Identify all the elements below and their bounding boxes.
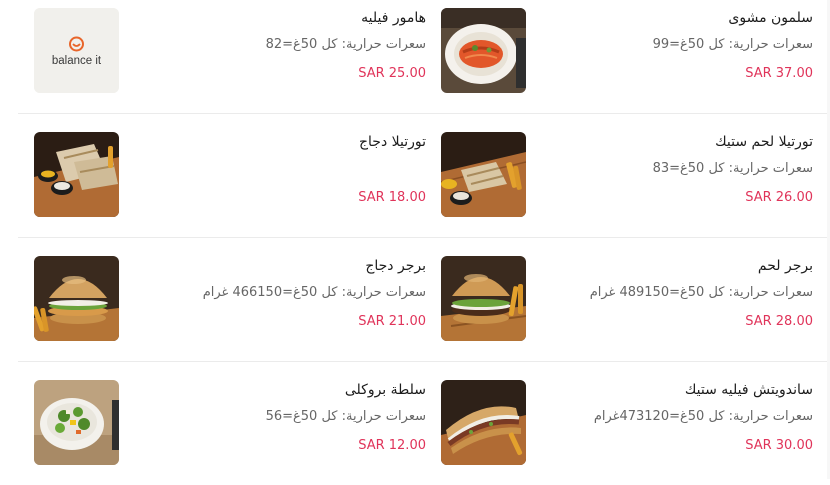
balance-it-logo[interactable]: balance it (34, 8, 119, 93)
menu-item-broccoli-salad[interactable]: سلطة بروكلى سعرات حرارية: كل 50غ=56 SAR … (34, 361, 426, 485)
item-price: SAR 21.00 (358, 314, 426, 329)
steak-sandwich-photo[interactable] (441, 380, 526, 465)
item-calories: سعرات حرارية: كل 50غ=489150 غرام (589, 285, 813, 300)
menu-item-beef-burger[interactable]: برجر لحم سعرات حرارية: كل 50غ=489150 غرا… (438, 237, 830, 361)
menu-item-steak-sandwich[interactable]: ساندويتش فيليه ستيك سعرات حرارية: كل 50غ… (438, 361, 830, 485)
menu-row: تورتيلا لحم ستيك سعرات حرارية: كل 50غ=83… (18, 113, 830, 238)
item-calories: سعرات حرارية: كل 50غ=99 (652, 37, 813, 52)
beef-burger-photo[interactable] (441, 256, 526, 341)
steak-tortilla-photo[interactable] (441, 132, 526, 217)
item-calories: سعرات حرارية: كل 50غ=83 (652, 161, 813, 176)
grilled-salmon-photo[interactable] (441, 8, 526, 93)
broccoli-salad-photo[interactable] (34, 380, 119, 465)
item-price: SAR 28.00 (745, 314, 813, 329)
item-price: SAR 18.00 (358, 190, 426, 205)
menu-item-hamour-fillet[interactable]: balance it هامور فيليه سعرات حرارية: كل … (34, 0, 426, 113)
item-name: سلمون مشوى (728, 10, 813, 26)
menu-item-grilled-salmon[interactable]: سلمون مشوى سعرات حرارية: كل 50غ=99 SAR 3… (438, 0, 830, 113)
item-price: SAR 12.00 (358, 438, 426, 453)
item-calories: سعرات حرارية: كل 50غ=473120غرام (593, 409, 813, 424)
menu-item-chicken-tortilla[interactable]: تورتيلا دجاج SAR 18.00 (34, 113, 426, 237)
menu-item-chicken-burger[interactable]: برجر دجاج سعرات حرارية: كل 50غ=466150 غر… (34, 237, 426, 361)
item-price: SAR 37.00 (745, 66, 813, 81)
item-name: برجر دجاج (365, 258, 426, 274)
item-name: ساندويتش فيليه ستيك (684, 382, 813, 398)
item-name: تورتيلا دجاج (358, 134, 426, 150)
item-calories: سعرات حرارية: كل 50غ=56 (265, 409, 426, 424)
item-name: برجر لحم (757, 258, 813, 274)
menu-row: سلمون مشوى سعرات حرارية: كل 50غ=99 SAR 3… (18, 0, 830, 114)
item-calories: سعرات حرارية: كل 50غ=466150 غرام (202, 285, 426, 300)
menu-row: برجر لحم سعرات حرارية: كل 50غ=489150 غرا… (18, 237, 830, 362)
item-price: SAR 25.00 (358, 66, 426, 81)
chicken-burger-photo[interactable] (34, 256, 119, 341)
chicken-tortilla-photo[interactable] (34, 132, 119, 217)
menu-row: ساندويتش فيليه ستيك سعرات حرارية: كل 50غ… (18, 361, 830, 485)
item-name: سلطة بروكلى (344, 382, 426, 398)
menu-item-steak-tortilla[interactable]: تورتيلا لحم ستيك سعرات حرارية: كل 50غ=83… (438, 113, 830, 237)
item-name: هامور فيليه (361, 10, 426, 26)
item-price: SAR 30.00 (745, 438, 813, 453)
item-calories: سعرات حرارية: كل 50غ=82 (265, 37, 426, 52)
item-name: تورتيلا لحم ستيك (715, 134, 813, 150)
svg-text:balance it: balance it (52, 55, 102, 67)
item-price: SAR 26.00 (745, 190, 813, 205)
